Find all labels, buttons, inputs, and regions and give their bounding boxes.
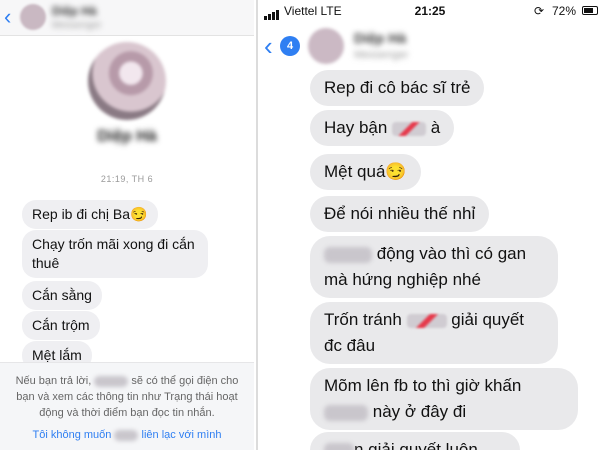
contact-name[interactable]: Diệp Hà bbox=[354, 30, 406, 46]
message-bubble: Hay bận à bbox=[310, 110, 455, 146]
message-text: Mệt quá😏 bbox=[324, 162, 407, 181]
redacted-name bbox=[114, 429, 139, 441]
notice-text-part: Nếu bạn trả lời, bbox=[15, 375, 92, 387]
message-bubble: Rep đi cô bác sĩ trẻ bbox=[310, 70, 485, 106]
message-text: Cắn trộm bbox=[32, 317, 90, 333]
message-text: giải quyết bbox=[446, 310, 525, 329]
message-text: Rep ib đi chị Ba😏 bbox=[32, 206, 148, 222]
redacted-name bbox=[94, 375, 129, 387]
message-text: Cắn sằng bbox=[32, 287, 92, 303]
message-request-notice: Nếu bạn trả lời, sẽ có thể gọi điện cho … bbox=[0, 362, 254, 450]
chat-navbar: ‹ 4 Diệp Hà Messenger bbox=[258, 22, 600, 74]
message-text: đc đâu bbox=[324, 336, 376, 355]
dont-contact-link[interactable]: Tôi không muốn liên lạc với mình bbox=[8, 429, 246, 441]
message-bubble: Cắn sằng bbox=[22, 281, 102, 310]
message-bubble: n giải quyết luôn bbox=[310, 432, 520, 450]
message-text: Rep đi cô bác sĩ trẻ bbox=[324, 78, 471, 97]
battery-percent: 72% bbox=[552, 4, 577, 18]
avatar[interactable] bbox=[308, 28, 344, 64]
rotation-lock-icon: ⟳ bbox=[534, 4, 545, 18]
profile-avatar bbox=[88, 42, 166, 120]
contact-subtitle: Messenger bbox=[52, 20, 102, 31]
message-text: à bbox=[426, 118, 441, 137]
message-text: Trốn tránh bbox=[324, 310, 402, 329]
message-text: n giải quyết luôn bbox=[354, 440, 478, 450]
message-bubble: Mệt quá😏 bbox=[310, 154, 421, 190]
conversation-timestamp: 21:19, TH 6 bbox=[100, 174, 154, 184]
right-chat-screenshot: Viettel LTE 21:25 ⟳ 72% ‹ 4 Diệp Hà Mess… bbox=[256, 0, 600, 450]
redacted-word bbox=[324, 246, 372, 263]
message-bubble: Mõm lên fb to thì giờ khấn này ở đây đi bbox=[310, 368, 578, 430]
contact-name: Diệp Hà bbox=[52, 4, 97, 18]
redacted-word bbox=[406, 313, 447, 328]
link-text-part: Tôi không muốn bbox=[32, 429, 112, 441]
notice-text: Nếu bạn trả lời, sẽ có thể gọi điện cho … bbox=[8, 373, 246, 421]
message-text: Mệt lắm bbox=[32, 347, 82, 363]
message-text: Mõm lên fb to thì giờ khấn bbox=[324, 376, 522, 395]
status-bar: Viettel LTE 21:25 ⟳ 72% bbox=[258, 0, 600, 22]
unread-badge: 4 bbox=[280, 36, 300, 56]
message-bubble: Cắn trộm bbox=[22, 311, 100, 340]
message-bubble: Trốn tránh giải quyết đc đâu bbox=[310, 302, 558, 364]
contact-subtitle: Messenger bbox=[354, 49, 409, 61]
message-text: động vào thì có gan bbox=[376, 244, 527, 263]
left-chat-header: ‹ Diệp Hà Messenger bbox=[0, 0, 254, 36]
profile-name: Diệp Hà bbox=[97, 128, 157, 145]
message-text: Để nói nhiều thế nhỉ bbox=[324, 204, 476, 223]
message-bubble: Để nói nhiều thế nhỉ bbox=[310, 196, 490, 232]
battery-level bbox=[584, 8, 593, 13]
link-text-part: liên lạc với mình bbox=[141, 429, 222, 441]
redacted-word bbox=[392, 121, 427, 136]
message-bubble: Rep ib đi chị Ba😏 bbox=[22, 200, 158, 229]
chevron-left-icon[interactable]: ‹ bbox=[4, 6, 11, 28]
message-text: Chạy trốn mãi xong đi cắn bbox=[32, 236, 195, 252]
left-chat-screenshot: ‹ Diệp Hà Messenger Diệp Hà 21:19, TH 6 … bbox=[0, 0, 254, 450]
redacted-word bbox=[324, 404, 368, 421]
redacted-word bbox=[324, 442, 354, 450]
message-text: Hay bận bbox=[324, 118, 388, 137]
status-time: 21:25 bbox=[414, 4, 446, 18]
message-text: thuê bbox=[32, 255, 60, 271]
message-bubble: động vào thì có gan mà hứng nghiệp nhé bbox=[310, 236, 558, 298]
message-text: mà hứng nghiệp nhé bbox=[324, 270, 481, 289]
message-text: này ở đây đi bbox=[372, 402, 467, 421]
avatar bbox=[20, 4, 46, 30]
battery-icon bbox=[582, 6, 598, 15]
message-bubble: Chạy trốn mãi xong đi cắn thuê bbox=[22, 230, 208, 278]
chevron-left-icon[interactable]: ‹ bbox=[264, 33, 273, 59]
